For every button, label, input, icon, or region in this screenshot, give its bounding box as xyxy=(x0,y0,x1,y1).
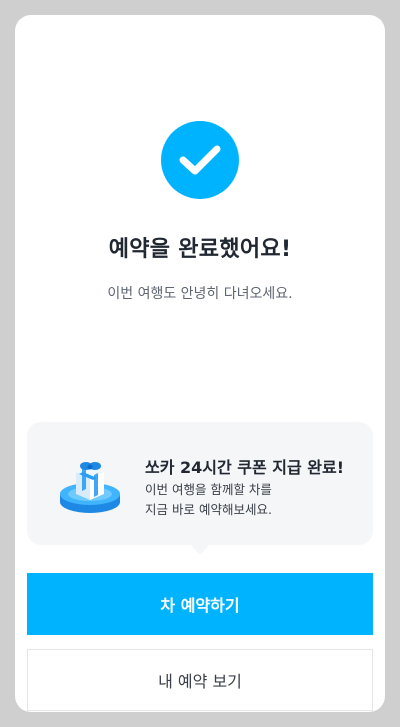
coupon-description-line-1: 이번 여행을 함께할 차를 xyxy=(145,482,272,497)
gift-icon xyxy=(57,452,123,518)
view-my-reservation-button[interactable]: 내 예약 보기 xyxy=(27,649,373,711)
reserve-car-button[interactable]: 차 예약하기 xyxy=(27,573,373,635)
booking-complete-modal: 예약을 완료했어요! 이번 여행도 안녕히 다녀오세요. 쏘카 24시간 쿠폰 … xyxy=(15,15,385,712)
coupon-description-line-2: 지금 바로 예약해보세요. xyxy=(145,502,272,517)
check-icon xyxy=(161,121,239,199)
page-title: 예약을 완료했어요! xyxy=(108,237,292,262)
coupon-description: 이번 여행을 함께할 차를 지금 바로 예약해보세요. xyxy=(145,480,272,520)
coupon-banner-pointer xyxy=(191,545,209,555)
coupon-title: 쏘카 24시간 쿠폰 지급 완료! xyxy=(145,458,345,477)
coupon-banner: 쏘카 24시간 쿠폰 지급 완료! 이번 여행을 함께할 차를 지금 바로 예약… xyxy=(27,422,373,545)
page-subtitle: 이번 여행도 안녕히 다녀오세요. xyxy=(107,286,293,302)
